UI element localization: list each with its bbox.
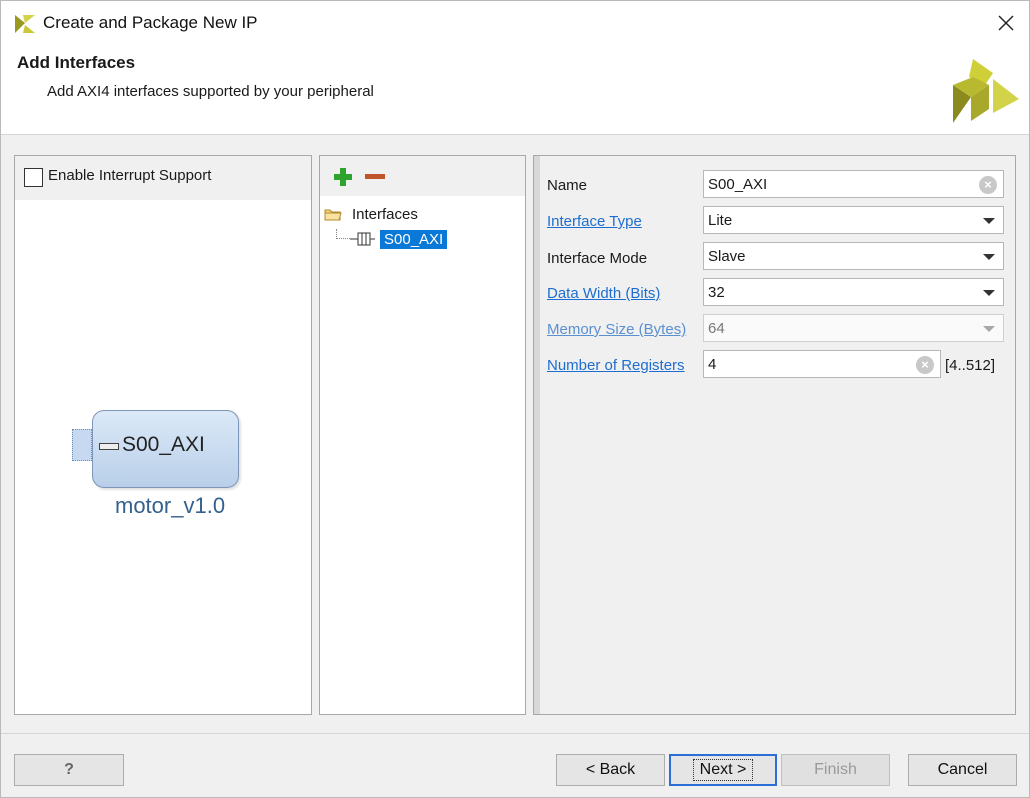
dialog-window: Create and Package New IP Add Interfaces… bbox=[0, 0, 1030, 798]
data-width-value: 32 bbox=[708, 283, 725, 301]
interface-mode-label: Interface Mode bbox=[547, 250, 648, 267]
num-registers-range: [4..512] bbox=[945, 357, 996, 374]
interrupt-row: Enable Interrupt Support bbox=[15, 156, 311, 200]
name-value: S00_AXI bbox=[708, 175, 768, 193]
ip-port-label: S00_AXI bbox=[122, 433, 205, 456]
interface-mode-value: Slave bbox=[708, 247, 746, 265]
tree-root-label: Interfaces bbox=[352, 205, 418, 223]
tree-root-interfaces[interactable]: Interfaces bbox=[324, 204, 418, 224]
close-button[interactable] bbox=[983, 1, 1029, 45]
tree-item-label: S00_AXI bbox=[380, 229, 448, 249]
chevron-down-icon bbox=[983, 326, 995, 332]
interfaces-panel: Interfaces S00_AXI bbox=[319, 155, 526, 715]
next-button-label: Next > bbox=[692, 759, 754, 781]
minus-icon bbox=[365, 174, 385, 179]
ip-symbol: S00_AXI motor_v1.0 bbox=[72, 409, 312, 539]
clear-icon[interactable]: × bbox=[916, 356, 934, 374]
cancel-button[interactable]: Cancel bbox=[908, 754, 1017, 786]
remove-interface-button[interactable] bbox=[364, 166, 386, 188]
memory-size-select: 64 bbox=[703, 314, 1004, 342]
vivado-app-icon bbox=[13, 13, 37, 35]
ip-name-label: motor_v1.0 bbox=[115, 493, 226, 518]
chevron-down-icon bbox=[983, 254, 995, 260]
page-title: Add Interfaces bbox=[17, 53, 136, 72]
title-bar: Create and Package New IP bbox=[1, 1, 1029, 45]
tree-item-s00-axi[interactable]: S00_AXI bbox=[336, 228, 448, 250]
properties-panel: Name S00_AXI × Interface Type Lite Inter… bbox=[533, 155, 1016, 715]
finish-button: Finish bbox=[781, 754, 890, 786]
ip-block: S00_AXI bbox=[92, 410, 239, 488]
xilinx-logo bbox=[949, 55, 1023, 127]
data-width-label[interactable]: Data Width (Bits) bbox=[547, 285, 660, 302]
num-registers-value: 4 bbox=[708, 355, 717, 373]
ip-port-connector bbox=[72, 429, 92, 461]
interface-type-label[interactable]: Interface Type bbox=[547, 213, 642, 230]
interface-mode-select[interactable]: Slave bbox=[703, 242, 1004, 270]
tree-connector bbox=[336, 229, 350, 239]
dialog-footer: ? < Back Next > Finish Cancel bbox=[1, 733, 1029, 797]
back-button[interactable]: < Back bbox=[556, 754, 665, 786]
add-interface-button[interactable] bbox=[332, 166, 354, 188]
window-title: Create and Package New IP bbox=[43, 13, 258, 32]
panel-divider bbox=[534, 156, 540, 714]
interface-type-select[interactable]: Lite bbox=[703, 206, 1004, 234]
memory-size-label[interactable]: Memory Size (Bytes) bbox=[547, 321, 686, 338]
axi-interface-icon bbox=[350, 232, 375, 246]
chevron-down-icon bbox=[983, 218, 995, 224]
enable-interrupt-label[interactable]: Enable Interrupt Support bbox=[48, 167, 211, 184]
plus-icon bbox=[334, 168, 352, 186]
wizard-body: Enable Interrupt Support S00_AXI motor_v… bbox=[1, 135, 1029, 733]
chevron-down-icon bbox=[983, 290, 995, 296]
data-width-select[interactable]: 32 bbox=[703, 278, 1004, 306]
name-label: Name bbox=[547, 177, 588, 194]
axi-port-icon bbox=[99, 443, 119, 450]
folder-icon bbox=[324, 209, 342, 221]
num-registers-input[interactable]: 4 × bbox=[703, 350, 941, 378]
interface-type-value: Lite bbox=[708, 211, 733, 229]
help-button[interactable]: ? bbox=[14, 754, 124, 786]
interfaces-toolbar bbox=[320, 156, 525, 196]
name-field[interactable]: S00_AXI × bbox=[703, 170, 1004, 198]
page-header: Add Interfaces Add AXI4 interfaces suppo… bbox=[1, 45, 1029, 135]
enable-interrupt-checkbox[interactable] bbox=[24, 168, 43, 187]
ip-preview-panel: Enable Interrupt Support S00_AXI motor_v… bbox=[14, 155, 312, 715]
close-icon bbox=[998, 15, 1014, 31]
memory-size-value: 64 bbox=[708, 319, 725, 337]
page-subtitle: Add AXI4 interfaces supported by your pe… bbox=[47, 83, 374, 100]
clear-icon[interactable]: × bbox=[979, 176, 997, 194]
next-button[interactable]: Next > bbox=[669, 754, 777, 786]
num-registers-label[interactable]: Number of Registers bbox=[547, 357, 685, 374]
